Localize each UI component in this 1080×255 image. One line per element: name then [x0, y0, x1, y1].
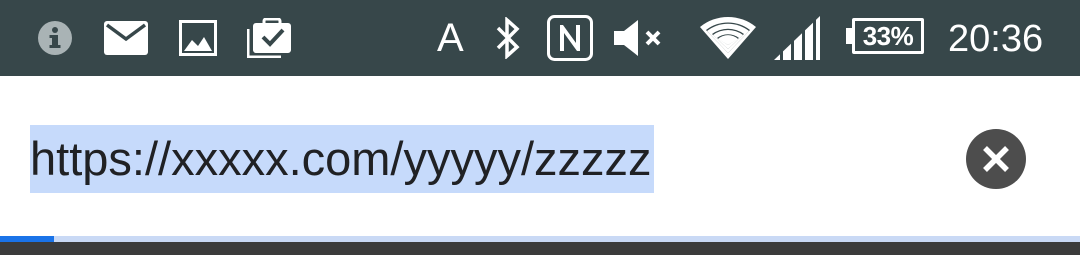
status-bar-clock: 20:36	[948, 18, 1044, 60]
image-icon[interactable]	[178, 0, 218, 76]
cellular-signal-icon	[774, 0, 820, 76]
battery-indicator: 33%	[846, 18, 924, 54]
battery-level-label: 33%	[862, 21, 914, 51]
bluetooth-icon	[494, 0, 522, 76]
info-icon[interactable]	[36, 0, 74, 76]
wifi-icon	[698, 0, 758, 76]
clear-url-button[interactable]	[966, 129, 1026, 189]
auto-brightness-icon: A	[437, 16, 464, 60]
url-text-selected[interactable]: https://xxxxx.com/yyyyy/zzzzz	[30, 125, 654, 193]
volume-muted-icon	[612, 0, 668, 76]
page-content-edge	[0, 242, 1080, 255]
url-input[interactable]: https://xxxxx.com/yyyyy/zzzzz	[30, 125, 654, 193]
status-bar: A 33% 20:36	[0, 0, 1080, 76]
url-bar: https://xxxxx.com/yyyyy/zzzzz	[0, 76, 1080, 238]
close-icon	[983, 146, 1009, 172]
mail-icon[interactable]	[104, 0, 148, 76]
clipboard-check-icon[interactable]	[247, 0, 293, 76]
nfc-icon	[546, 0, 594, 76]
